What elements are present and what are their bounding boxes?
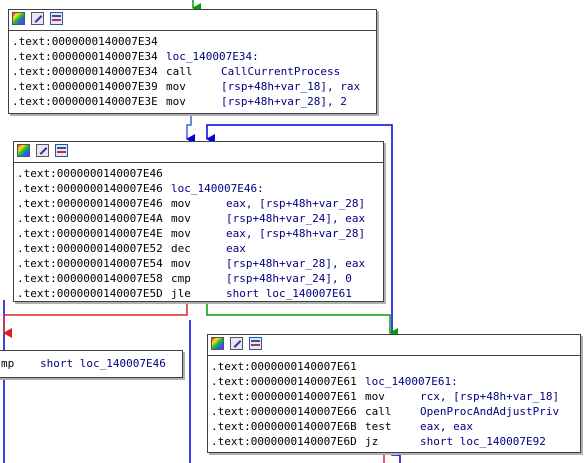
edge-true-to-block4 [206, 302, 398, 338]
asm-line[interactable]: .text:0000000140007E6B test eax, eax [211, 419, 580, 434]
graph-overview-icon[interactable] [249, 337, 262, 350]
asm-line[interactable]: .text:0000000140007E39 mov [rsp+48h+var_18… [12, 79, 376, 94]
asm-line[interactable]: .text:0000000140007E34 call CallCurrentPro… [12, 64, 376, 79]
asm-line[interactable]: .text:0000000140007E46 loc_140007E46: [17, 181, 383, 196]
asm-line[interactable]: .text:0000000140007E61 mov rcx, [rsp+48h+v… [211, 389, 580, 404]
code-block-1[interactable]: .text:0000000140007E34 .text:00000001400… [8, 9, 377, 114]
code-block-3[interactable]: mp short loc_140007E46 [0, 350, 183, 378]
asm-line[interactable]: .text:0000000140007E61 [211, 359, 580, 374]
edge-block1-to-block2 [186, 112, 195, 144]
color-palette-icon[interactable] [211, 337, 224, 350]
block-header [208, 335, 580, 356]
asm-line[interactable]: .text:0000000140007E46 [17, 166, 383, 181]
asm-line[interactable]: .text:0000000140007E46 mov eax, [rsp+48h+v… [17, 196, 383, 211]
color-palette-icon[interactable] [17, 144, 30, 157]
asm-line[interactable]: .text:0000000140007E4E mov eax, [rsp+48h+v… [17, 226, 383, 241]
asm-line[interactable]: .text:0000000140007E6D jz short loc_140007… [211, 434, 580, 449]
asm-line[interactable]: mp short loc_140007E46 [1, 356, 182, 371]
asm-line[interactable]: .text:0000000140007E61 loc_140007E61: [211, 374, 580, 389]
loc-label[interactable]: loc_140007E61: [365, 374, 458, 389]
graph-overview-icon[interactable] [50, 12, 63, 25]
asm-line[interactable]: .text:0000000140007E66 call OpenProcAndAdj… [211, 404, 580, 419]
edge-false-to-left [3, 302, 188, 338]
asm-line[interactable]: .text:0000000140007E34 [12, 34, 376, 49]
asm-line[interactable]: .text:0000000140007E52 dec eax [17, 241, 383, 256]
code-block-2[interactable]: .text:0000000140007E46 .text:00000001400… [13, 141, 384, 302]
block-header [14, 142, 383, 163]
edit-pencil-icon[interactable] [31, 12, 44, 25]
edit-pencil-icon[interactable] [36, 144, 49, 157]
asm-line[interactable]: .text:0000000140007E58 cmp [rsp+48h+var_24… [17, 271, 383, 286]
asm-line[interactable]: .text:0000000140007E4A mov [rsp+48h+var_24… [17, 211, 383, 226]
loc-label[interactable]: loc_140007E46: [171, 181, 264, 196]
graph-overview-icon[interactable] [55, 144, 68, 157]
asm-line[interactable]: .text:0000000140007E34 loc_140007E34: [12, 49, 376, 64]
loc-label[interactable]: loc_140007E34: [166, 49, 259, 64]
color-palette-icon[interactable] [12, 12, 25, 25]
asm-line[interactable]: .text:0000000140007E5D jle short loc_14000… [17, 286, 383, 301]
asm-line[interactable]: .text:0000000140007E54 mov [rsp+48h+var_28… [17, 256, 383, 271]
asm-line[interactable]: .text:0000000140007E3E mov [rsp+48h+var_28… [12, 94, 376, 109]
code-block-4[interactable]: .text:0000000140007E61 .text:00000001400… [207, 334, 581, 453]
edit-pencil-icon[interactable] [230, 337, 243, 350]
block-header [9, 10, 376, 31]
